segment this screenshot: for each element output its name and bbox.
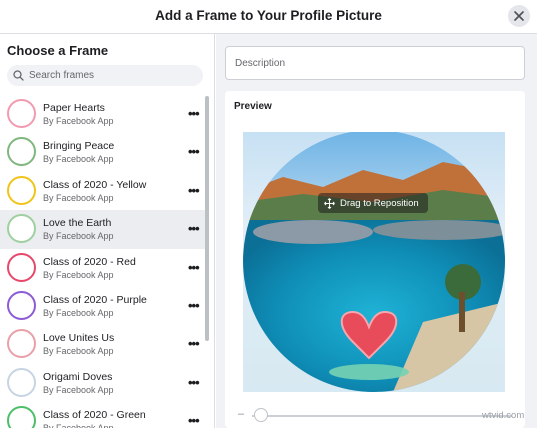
frame-author: By Facebook App: [43, 307, 114, 318]
frame-thumbnail: [7, 367, 36, 397]
search-icon: [13, 70, 24, 81]
frame-author: By Facebook App: [43, 231, 114, 242]
frame-list-item[interactable]: Class of 2020 - GreenBy Facebook App •••: [0, 402, 206, 428]
more-options-icon[interactable]: •••: [188, 106, 200, 121]
frame-author: By Facebook App: [43, 346, 114, 357]
frame-name: Class of 2020 - Purple: [43, 293, 147, 306]
frame-list-item[interactable]: Love Unites Us By Facebook App •••: [0, 325, 206, 363]
more-options-icon[interactable]: •••: [188, 183, 200, 198]
frame-author: By Facebook App: [43, 423, 114, 428]
description-field[interactable]: Description: [225, 46, 525, 80]
more-options-icon[interactable]: •••: [188, 413, 200, 428]
more-options-icon[interactable]: •••: [188, 375, 200, 390]
frame-sidebar: Choose a Frame Search frames Paper Heart…: [0, 34, 215, 428]
frame-author: By Facebook App: [43, 384, 114, 395]
sidebar-scrollbar[interactable]: [205, 96, 209, 341]
frame-thumbnail: [7, 290, 36, 320]
zoom-slider-handle[interactable]: [254, 408, 268, 422]
frame-name: Class of 2020 - Red: [43, 255, 136, 268]
more-options-icon[interactable]: •••: [188, 336, 200, 351]
frame-list-item[interactable]: Love the Earth By Facebook App •••: [0, 210, 206, 249]
more-options-icon[interactable]: •••: [188, 221, 200, 236]
frame-thumbnail: [7, 252, 36, 282]
zoom-slider[interactable]: [252, 415, 512, 417]
watermark: wtvid.com: [482, 410, 525, 421]
frame-thumbnail: [7, 175, 36, 205]
frame-list-item[interactable]: Paper Hearts By Facebook App •••: [0, 95, 206, 133]
move-icon: [324, 197, 335, 209]
preview-label: Preview: [234, 101, 272, 112]
frame-thumbnail: [7, 214, 36, 244]
zoom-out-icon[interactable]: –: [238, 408, 244, 420]
dialog-header: Add a Frame to Your Profile Picture: [0, 0, 537, 34]
sidebar-heading: Choose a Frame: [7, 43, 109, 58]
frame-author: By Facebook App: [43, 116, 114, 126]
frame-name: Class of 2020 - Green: [43, 409, 146, 422]
more-options-icon[interactable]: •••: [188, 144, 200, 159]
frame-name: Bringing Peace: [43, 140, 115, 153]
preview-card: Preview: [225, 91, 525, 428]
frame-name: Origami Doves: [43, 370, 113, 383]
frame-name: Love the Earth: [43, 217, 112, 230]
more-options-icon[interactable]: •••: [188, 298, 200, 313]
drag-to-reposition-hint: Drag to Reposition: [318, 193, 428, 213]
close-button[interactable]: [508, 5, 530, 27]
dialog-title: Add a Frame to Your Profile Picture: [155, 8, 382, 23]
close-icon: [514, 11, 524, 21]
frame-list-item[interactable]: Class of 2020 - Purple By Facebook App •••: [0, 287, 206, 325]
frame-name: Paper Hearts: [43, 102, 105, 114]
description-placeholder: Description: [235, 57, 286, 69]
frame-author: By Facebook App: [43, 154, 114, 165]
frame-thumbnail: [7, 99, 36, 128]
drag-label: Drag to Reposition: [340, 197, 419, 209]
frame-thumbnail: [7, 406, 36, 428]
frame-name: Love Unites Us: [43, 332, 115, 345]
frame-list-item[interactable]: Class of 2020 - Yellow By Facebook App •••: [0, 172, 206, 210]
search-placeholder: Search frames: [29, 70, 95, 81]
search-frames-input[interactable]: Search frames: [7, 65, 203, 86]
frame-list-item[interactable]: Class of 2020 - Red By Facebook App •••: [0, 249, 206, 287]
frame-list: Paper Hearts By Facebook App ••• Bringing P…: [0, 95, 206, 428]
lake-photo: [243, 132, 505, 392]
more-options-icon[interactable]: •••: [188, 260, 200, 275]
frame-list-item[interactable]: Origami Doves By Facebook App •••: [0, 364, 206, 402]
preview-image[interactable]: [243, 132, 505, 392]
preview-panel: Description Preview: [216, 34, 537, 428]
frame-author: By Facebook App: [43, 192, 114, 203]
frame-thumbnail: [7, 329, 36, 359]
frame-author: By Facebook App: [43, 269, 114, 280]
frame-name: Class of 2020 - Yellow: [43, 178, 147, 191]
frame-list-item[interactable]: Bringing Peace By Facebook App •••: [0, 133, 206, 171]
frame-thumbnail: [7, 137, 36, 167]
